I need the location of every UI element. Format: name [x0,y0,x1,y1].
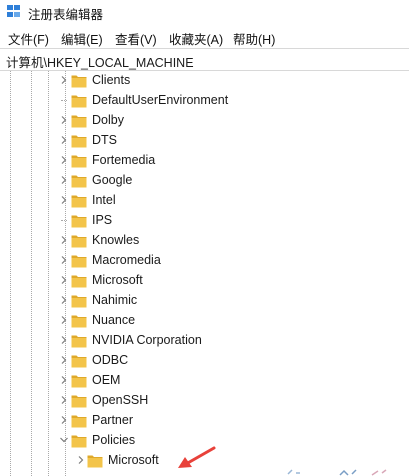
tree-item-label: Fortemedia [92,153,156,167]
chevron-right-icon[interactable] [59,395,69,405]
folder-icon [71,375,87,388]
tree-item-label: Microsoft [92,273,143,287]
tree-item[interactable]: NVIDIA Corporation [0,331,409,351]
tree-item-label: Knowles [92,233,140,247]
tree-connector [61,220,67,221]
tree-item[interactable]: Knowles [0,231,409,251]
tree-item-label: Intel [92,193,116,207]
tree-item[interactable]: Microsoft [0,271,409,291]
tree-item-label: Dolby [92,113,124,127]
folder-icon [71,75,87,88]
folder-icon [71,155,87,168]
tree-item-label: Partner [92,413,133,427]
chevron-right-icon[interactable] [59,235,69,245]
chevron-right-icon[interactable] [59,275,69,285]
tree-item-label: DTS [92,133,117,147]
chevron-right-icon[interactable] [59,135,69,145]
tree-item[interactable]: OpenSSH [0,391,409,411]
chevron-right-icon[interactable] [59,295,69,305]
tree-item-label: Nahimic [92,293,138,307]
folder-icon [71,195,87,208]
chevron-right-icon[interactable] [59,355,69,365]
tree-item-label: Macromedia [92,253,161,267]
tree-item[interactable]: DefaultUserEnvironment [0,91,409,111]
tree-item[interactable]: Partner [0,411,409,431]
title-bar: 注册表编辑器 [0,0,409,24]
folder-icon [71,355,87,368]
tree-item-label: Policies [92,433,136,447]
tree-item[interactable]: Intel [0,191,409,211]
tree-item[interactable]: IPS [0,211,409,231]
tree-item-label: NVIDIA Corporation [92,333,202,347]
regedit-icon [7,5,20,17]
folder-icon [71,175,87,188]
chevron-right-icon[interactable] [59,335,69,345]
tree-item[interactable]: DTS [0,131,409,151]
folder-icon [71,215,87,228]
tree-item[interactable]: Dolby [0,111,409,131]
tree-item-label: OEM [92,373,121,387]
folder-icon [71,115,87,128]
menu-bar: 文件(F) 编辑(E) 查看(V) 收藏夹(A) 帮助(H) [0,27,409,47]
menu-view[interactable]: 查看(V) [115,29,157,48]
tree-item-label: OpenSSH [92,393,149,407]
tree-item[interactable]: Google [0,171,409,191]
menu-help[interactable]: 帮助(H) [233,29,275,48]
menu-edit[interactable]: 编辑(E) [61,29,103,48]
folder-icon [71,415,87,428]
tree-item[interactable]: Fortemedia [0,151,409,171]
chevron-right-icon[interactable] [76,455,86,465]
tree-item-label: Nuance [92,313,136,327]
folder-icon [71,315,87,328]
tree-item[interactable]: Clients [0,71,409,91]
folder-icon [71,295,87,308]
tree-item-label: IPS [92,213,113,227]
folder-icon [71,335,87,348]
tree-item[interactable]: ODBC [0,351,409,371]
folder-icon [71,95,87,108]
chevron-right-icon[interactable] [59,75,69,85]
chevron-right-icon[interactable] [59,255,69,265]
tree-item[interactable]: Nahimic [0,291,409,311]
folder-icon [71,235,87,248]
folder-icon [71,135,87,148]
chevron-right-icon[interactable] [59,415,69,425]
tree-item-label: Microsoft [108,453,159,467]
folder-icon [71,435,87,448]
address-path[interactable]: 计算机\HKEY_LOCAL_MACHINE [6,52,194,71]
chevron-right-icon[interactable] [59,175,69,185]
chevron-right-icon[interactable] [59,155,69,165]
folder-icon [71,275,87,288]
tree-item-label: Google [92,173,133,187]
tree-item-label: Clients [92,73,131,87]
folder-icon [71,395,87,408]
tree-item[interactable]: Macromedia [0,251,409,271]
menu-favorites[interactable]: 收藏夹(A) [169,29,223,48]
chevron-right-icon[interactable] [59,375,69,385]
tree-item-label: ODBC [92,353,129,367]
menu-file[interactable]: 文件(F) [8,29,49,48]
chevron-right-icon[interactable] [59,115,69,125]
chevron-down-icon[interactable] [59,435,69,445]
tree-item-label: DefaultUserEnvironment [92,93,229,107]
chevron-right-icon[interactable] [59,195,69,205]
partial-content-icon [287,469,387,476]
chevron-right-icon[interactable] [59,315,69,325]
address-bar[interactable]: 计算机\HKEY_LOCAL_MACHINE [0,48,409,71]
registry-tree[interactable]: Clients DefaultUserEnvironment Dolby DTS For… [0,71,409,476]
annotation-arrow-icon [178,446,216,468]
window-title: 注册表编辑器 [28,8,104,22]
tree-item[interactable]: OEM [0,371,409,391]
folder-icon [71,255,87,268]
folder-icon [87,455,103,468]
tree-item[interactable]: Nuance [0,311,409,331]
tree-connector [61,100,67,101]
